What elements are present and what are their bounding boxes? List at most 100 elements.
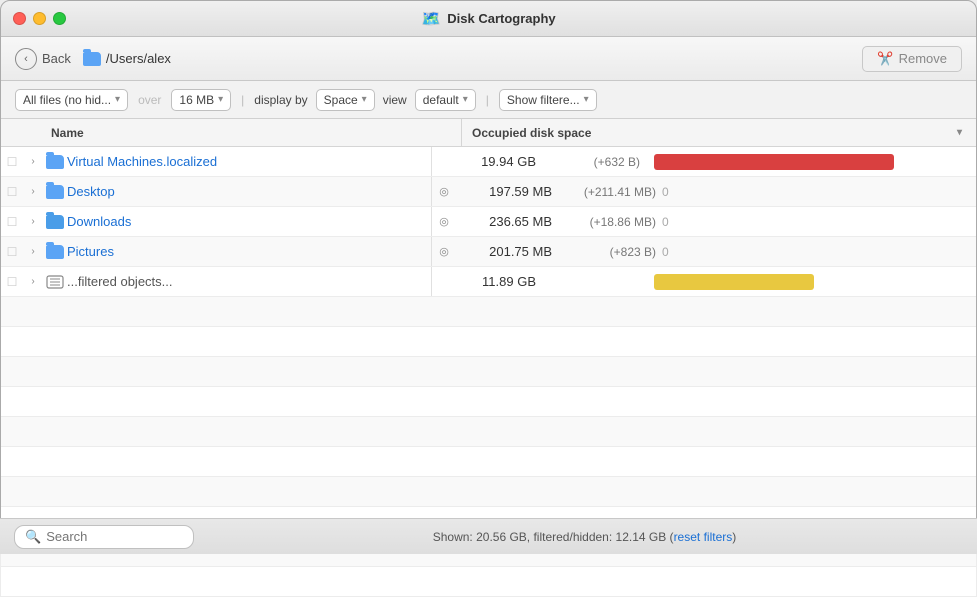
files-filter-label: All files (no hid... [23, 93, 111, 107]
toolbar: ‹ Back /Users/alex ✂️ Remove [1, 37, 976, 81]
title-bar: 🗺️ Disk Cartography [1, 1, 976, 37]
view-dropdown[interactable]: default ▾ [415, 89, 476, 111]
back-chevron-icon: ‹ [15, 48, 37, 70]
empty-row [1, 567, 976, 597]
file-delta: (+18.86 MB) [552, 215, 662, 229]
filtered-icon [43, 275, 67, 289]
chevron-down-icon-3: ▾ [362, 94, 367, 105]
file-name: ...filtered objects... [67, 274, 427, 289]
app-icon: 🗺️ [421, 9, 441, 29]
file-size: 11.89 GB [436, 274, 536, 289]
table-row: ☐ › Downloads ◎ 236.65 MB (+18.86 MB) 0 [1, 207, 976, 237]
over-label: over [138, 93, 161, 107]
back-button[interactable]: ‹ Back [15, 48, 71, 70]
row-checkbox[interactable]: ☐ [1, 155, 23, 169]
table-row: ☐ › Desktop ◎ 197.59 MB (+211.41 MB) 0 [1, 177, 976, 207]
current-path: /Users/alex [106, 51, 171, 66]
folder-icon [43, 215, 67, 229]
expand-button[interactable]: › [23, 186, 43, 197]
display-by-dropdown[interactable]: Space ▾ [316, 89, 375, 111]
file-count: 0 [662, 245, 686, 259]
size-bar-area [646, 274, 976, 290]
folder-icon [43, 185, 67, 199]
chevron-down-icon-5: ▾ [584, 94, 589, 105]
row-checkbox[interactable]: ☐ [1, 215, 23, 229]
file-name[interactable]: Desktop [67, 184, 427, 199]
filter-separator-1: | [241, 93, 244, 107]
close-button[interactable] [13, 12, 26, 25]
back-label: Back [42, 51, 71, 66]
folder-icon [43, 245, 67, 259]
chevron-down-icon-4: ▾ [463, 94, 468, 105]
status-end-text: ) [732, 530, 736, 544]
empty-row [1, 417, 976, 447]
file-count: 0 [662, 215, 686, 229]
col-header-disk: Occupied disk space [462, 126, 957, 140]
remove-icon: ✂️ [877, 51, 893, 67]
size-bar-area [646, 154, 976, 170]
size-bar [654, 154, 894, 170]
search-icon: 🔍 [25, 529, 41, 545]
view-label: view [383, 93, 407, 107]
minimize-button[interactable] [33, 12, 46, 25]
row-checkbox[interactable]: ☐ [1, 275, 23, 289]
empty-row [1, 387, 976, 417]
column-header: Name Occupied disk space ▾ [1, 119, 976, 147]
file-delta: (+632 B) [536, 155, 646, 169]
chevron-down-icon: ▾ [115, 94, 120, 105]
col-header-name: Name [1, 126, 461, 140]
display-by-label: display by [254, 93, 307, 107]
status-text: Shown: 20.56 GB, filtered/hidden: 12.14 … [206, 530, 963, 544]
window-controls[interactable] [13, 12, 66, 25]
empty-row [1, 357, 976, 387]
file-name[interactable]: Pictures [67, 244, 427, 259]
empty-row [1, 477, 976, 507]
reset-filters-link[interactable]: reset filters [674, 530, 733, 544]
status-bar: 🔍 Shown: 20.56 GB, filtered/hidden: 12.1… [0, 518, 977, 554]
empty-row [1, 297, 976, 327]
table-row: ☐ › Virtual Machines.localized 19.94 GB … [1, 147, 976, 177]
table-row: ☐ › ...filtered objects... 11.89 GB [1, 267, 976, 297]
search-box[interactable]: 🔍 [14, 525, 194, 549]
filter-separator-2: | [486, 93, 489, 107]
file-size: 236.65 MB [452, 214, 552, 229]
file-delta: (+823 B) [552, 245, 662, 259]
table-row: ☐ › Pictures ◎ 201.75 MB (+823 B) 0 [1, 237, 976, 267]
window-title-text: Disk Cartography [447, 11, 555, 26]
view-value: default [423, 93, 459, 107]
status-shown-text: Shown: 20.56 GB, filtered/hidden: 12.14 … [433, 530, 674, 544]
col-sort-icon[interactable]: ▾ [957, 127, 976, 138]
remove-button[interactable]: ✂️ Remove [862, 46, 962, 72]
row-checkbox[interactable]: ☐ [1, 245, 23, 259]
file-size: 197.59 MB [452, 184, 552, 199]
window-title: 🗺️ Disk Cartography [421, 9, 555, 29]
files-filter-dropdown[interactable]: All files (no hid... ▾ [15, 89, 128, 111]
display-by-value: Space [324, 93, 358, 107]
file-name[interactable]: Virtual Machines.localized [67, 154, 427, 169]
empty-row [1, 447, 976, 477]
size-value: 16 MB [179, 93, 214, 107]
expand-button[interactable]: › [23, 246, 43, 257]
file-delta: (+211.41 MB) [552, 185, 662, 199]
file-name[interactable]: Downloads [67, 214, 427, 229]
empty-row [1, 327, 976, 357]
row-checkbox[interactable]: ☐ [1, 185, 23, 199]
maximize-button[interactable] [53, 12, 66, 25]
file-size: 19.94 GB [436, 154, 536, 169]
size-filter-dropdown[interactable]: 16 MB ▾ [171, 89, 231, 111]
show-filtered-label: Show filtere... [507, 93, 580, 107]
path-breadcrumb: /Users/alex [83, 51, 171, 66]
expand-button[interactable]: › [23, 216, 43, 227]
file-size: 201.75 MB [452, 244, 552, 259]
folder-icon [83, 52, 101, 66]
search-input[interactable] [46, 529, 176, 544]
size-bar [654, 274, 814, 290]
folder-icon [43, 155, 67, 169]
expand-button[interactable]: › [23, 156, 43, 167]
chevron-down-icon-2: ▾ [218, 94, 223, 105]
file-count: 0 [662, 185, 686, 199]
show-filtered-dropdown[interactable]: Show filtere... ▾ [499, 89, 597, 111]
filter-bar: All files (no hid... ▾ over 16 MB ▾ | di… [1, 81, 976, 119]
expand-button[interactable]: › [23, 276, 43, 287]
remove-label: Remove [899, 51, 947, 66]
